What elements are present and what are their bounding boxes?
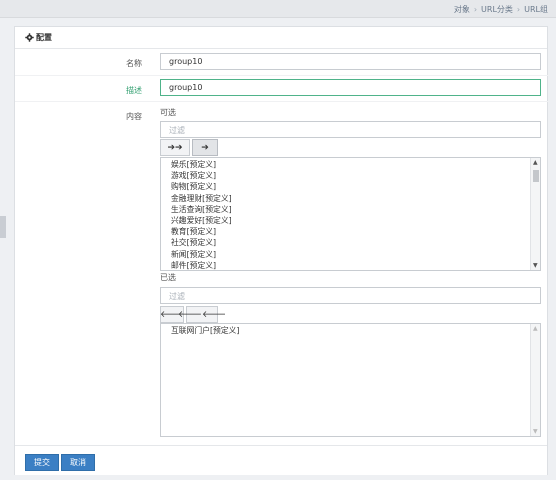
gear-icon xyxy=(25,33,34,42)
list-item[interactable]: 购物[预定义] xyxy=(161,181,540,192)
top-bar: 对象 › URL分类 › URL组 xyxy=(0,0,556,18)
available-filter-input[interactable]: 过滤 xyxy=(160,121,541,138)
breadcrumb-separator-icon: › xyxy=(516,5,521,14)
list-item[interactable]: 新闻[预定义] xyxy=(161,249,540,260)
breadcrumb-item-objects[interactable]: 对象 xyxy=(454,5,470,14)
list-item[interactable]: 社交[预定义] xyxy=(161,237,540,248)
scroll-thumb[interactable] xyxy=(533,170,539,182)
content-label: 内容 xyxy=(126,112,142,121)
config-panel: 配置 名称 group10 描述 group10 内容 可选 过滤 ➔➔ ➔ 娱… xyxy=(14,26,549,475)
scroll-up-icon[interactable]: ▲ xyxy=(533,159,538,166)
list-item[interactable]: 邮件[预定义] xyxy=(161,260,540,270)
available-scrollbar[interactable]: ▲ ▼ xyxy=(530,158,540,270)
breadcrumb: 对象 › URL分类 › URL组 xyxy=(454,4,548,15)
submit-button[interactable]: 提交 xyxy=(25,454,59,471)
scroll-up-icon[interactable]: ▲ xyxy=(533,325,538,332)
breadcrumb-separator-icon: › xyxy=(473,5,478,14)
list-item[interactable]: 游戏[预定义] xyxy=(161,170,540,181)
name-field[interactable]: group10 xyxy=(160,53,541,70)
breadcrumb-item-url-group: URL组 xyxy=(524,5,548,14)
list-item[interactable]: 兴趣爱好[预定义] xyxy=(161,215,540,226)
list-item[interactable]: 娱乐[预定义] xyxy=(161,159,540,170)
list-item[interactable]: 互联网门户[预定义] xyxy=(161,325,540,336)
list-item[interactable]: 教育[预定义] xyxy=(161,226,540,237)
selected-listbox[interactable]: 互联网门户[预定义] ▲ ▼ xyxy=(160,323,541,437)
form-footer: 提交 取消 xyxy=(15,445,547,475)
available-listbox[interactable]: 娱乐[预定义] 游戏[预定义] 购物[预定义] 金融理财[预定义] 生活查询[预… xyxy=(160,157,541,271)
description-label: 描述 xyxy=(126,86,142,95)
row-divider xyxy=(15,101,549,102)
selected-label: 已选 xyxy=(160,273,176,282)
description-field[interactable]: group10 xyxy=(160,79,541,96)
name-label: 名称 xyxy=(126,59,142,68)
selected-scrollbar[interactable]: ▲ ▼ xyxy=(530,324,540,436)
cancel-button[interactable]: 取消 xyxy=(61,454,95,471)
move-selected-right-button[interactable]: ➔ xyxy=(192,139,218,156)
list-item[interactable]: 生活查询[预定义] xyxy=(161,204,540,215)
sidebar-collapse-handle[interactable] xyxy=(0,216,6,238)
list-item[interactable]: 金融理财[预定义] xyxy=(161,193,540,204)
selected-filter-input[interactable]: 过滤 xyxy=(160,287,541,304)
panel-title: 配置 xyxy=(36,33,52,42)
breadcrumb-item-url-category[interactable]: URL分类 xyxy=(481,5,513,14)
remove-all-button[interactable]: 🡐🡐 xyxy=(178,306,226,323)
move-all-right-button[interactable]: ➔➔ xyxy=(160,139,190,156)
scroll-down-icon[interactable]: ▼ xyxy=(533,262,538,269)
available-label: 可选 xyxy=(160,108,176,117)
panel-header: 配置 xyxy=(15,27,547,49)
row-divider xyxy=(15,75,549,76)
scroll-down-icon[interactable]: ▼ xyxy=(533,428,538,435)
